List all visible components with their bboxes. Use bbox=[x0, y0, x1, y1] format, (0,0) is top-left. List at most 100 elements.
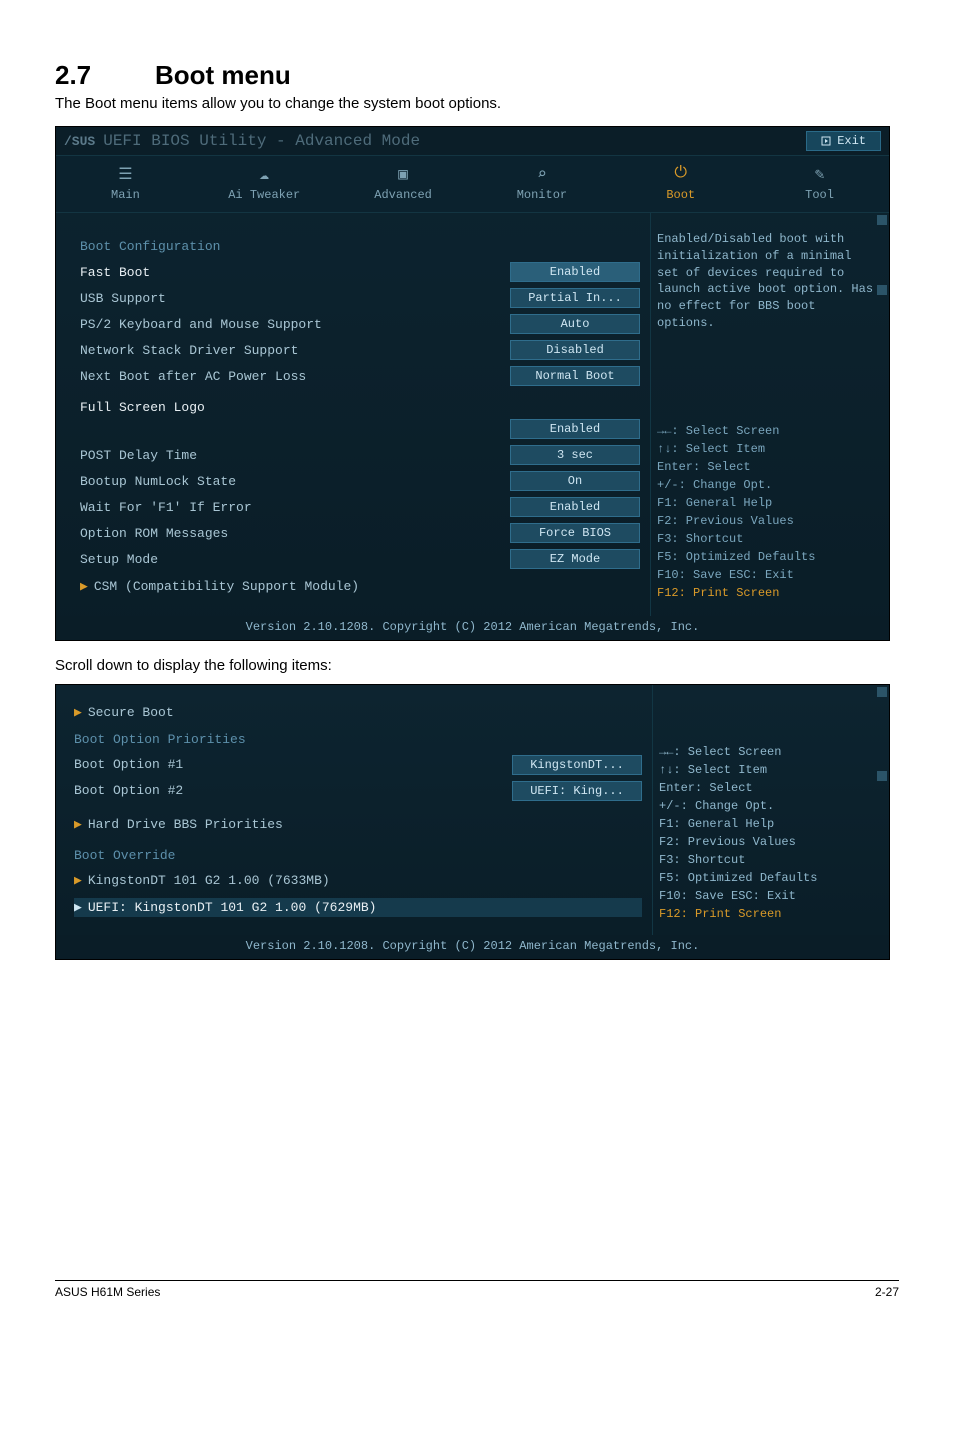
section-heading: 2.7Boot menu bbox=[55, 60, 899, 91]
row-wait-f1[interactable]: Wait For 'F1' If Error Enabled bbox=[80, 497, 640, 517]
label-boot-opt1: Boot Option #1 bbox=[74, 757, 512, 772]
keyhelp-line: F10: Save ESC: Exit bbox=[657, 566, 877, 584]
bios-screenshot-1: /SUS UEFI BIOS Utility - Advanced Mode E… bbox=[55, 126, 890, 641]
scrollbar-up[interactable] bbox=[877, 687, 887, 697]
submenu-arrow-icon: ▶ bbox=[74, 873, 82, 888]
bios-titlebar: /SUS UEFI BIOS Utility - Advanced Mode E… bbox=[56, 127, 889, 155]
label-setup-mode: Setup Mode bbox=[80, 552, 510, 567]
row-usb-support[interactable]: USB Support Partial In... bbox=[80, 288, 640, 308]
row-rom-msg[interactable]: Option ROM Messages Force BIOS bbox=[80, 523, 640, 543]
override2-label: UEFI: KingstonDT 101 G2 1.00 (7629MB) bbox=[88, 900, 377, 915]
keyhelp-line: F2: Previous Values bbox=[659, 833, 877, 851]
tab-monitor[interactable]: ⌕Monitor bbox=[472, 156, 611, 212]
submenu-csm[interactable]: ▶CSM (Compatibility Support Module) bbox=[80, 579, 640, 594]
value-boot-opt1[interactable]: KingstonDT... bbox=[512, 755, 642, 775]
keyhelp-line: F2: Previous Values bbox=[657, 512, 877, 530]
submenu-override2[interactable]: ▶ UEFI: KingstonDT 101 G2 1.00 (7629MB) bbox=[74, 898, 642, 917]
label-boot-opt2: Boot Option #2 bbox=[74, 783, 512, 798]
label-rom-msg: Option ROM Messages bbox=[80, 526, 510, 541]
tab-boot[interactable]: ⏻Boot bbox=[611, 156, 750, 212]
bios-title: UEFI BIOS Utility - Advanced Mode bbox=[103, 132, 806, 150]
tab-tool[interactable]: ✎Tool bbox=[750, 156, 889, 212]
submenu-secure-boot[interactable]: ▶Secure Boot bbox=[74, 705, 642, 720]
footer-left: ASUS H61M Series bbox=[55, 1285, 160, 1299]
tab-advanced[interactable]: ▣Advanced bbox=[334, 156, 473, 212]
row-next-boot[interactable]: Next Boot after AC Power Loss Normal Boo… bbox=[80, 366, 640, 386]
tab-main[interactable]: ☰Main bbox=[56, 156, 195, 212]
value-fast-boot[interactable]: Enabled bbox=[510, 262, 640, 282]
row-boot-opt1[interactable]: Boot Option #1 KingstonDT... bbox=[74, 755, 642, 775]
label-fast-boot: Fast Boot bbox=[80, 265, 510, 280]
row-numlock[interactable]: Bootup NumLock State On bbox=[80, 471, 640, 491]
value-net-stack[interactable]: Disabled bbox=[510, 340, 640, 360]
exit-icon bbox=[821, 136, 831, 146]
row-setup-mode[interactable]: Setup Mode EZ Mode bbox=[80, 549, 640, 569]
scrollbar[interactable] bbox=[877, 213, 887, 616]
keyhelp-line: F3: Shortcut bbox=[659, 851, 877, 869]
row-fast-boot[interactable]: Fast Boot Enabled bbox=[80, 262, 640, 282]
hdd-priorities-label: Hard Drive BBS Priorities bbox=[88, 817, 283, 832]
bios-tabbar: ☰Main ☁Ai Tweaker ▣Advanced ⌕Monitor ⏻Bo… bbox=[56, 155, 889, 213]
keyhelp-line: F3: Shortcut bbox=[657, 530, 877, 548]
keyhelp-line: →←: Select Screen bbox=[657, 422, 877, 440]
bios-logo: /SUS bbox=[64, 134, 95, 149]
keyhelp-line: ↑↓: Select Item bbox=[659, 761, 877, 779]
row-boot-opt2[interactable]: Boot Option #2 UEFI: King... bbox=[74, 781, 642, 801]
bios-footer: Version 2.10.1208. Copyright (C) 2012 Am… bbox=[56, 616, 889, 640]
bios-screenshot-2: ▶Secure Boot Boot Option Priorities Boot… bbox=[55, 684, 890, 960]
value-ps2-support[interactable]: Auto bbox=[510, 314, 640, 334]
label-ps2-support: PS/2 Keyboard and Mouse Support bbox=[80, 317, 510, 332]
monitor-icon: ⌕ bbox=[476, 164, 607, 184]
intertext: Scroll down to display the following ite… bbox=[55, 657, 899, 674]
row-full-logo[interactable]: Enabled bbox=[80, 419, 640, 439]
value-boot-opt2[interactable]: UEFI: King... bbox=[512, 781, 642, 801]
page-footer: ASUS H61M Series 2-27 bbox=[55, 1280, 899, 1299]
label-wait-f1: Wait For 'F1' If Error bbox=[80, 500, 510, 515]
tool-icon: ✎ bbox=[754, 164, 885, 184]
label-post-delay: POST Delay Time bbox=[80, 448, 510, 463]
value-full-logo[interactable]: Enabled bbox=[510, 419, 640, 439]
scrollbar-thumb[interactable] bbox=[877, 771, 887, 781]
submenu-arrow-icon: ▶ bbox=[74, 900, 82, 915]
value-numlock[interactable]: On bbox=[510, 471, 640, 491]
submenu-hdd-priorities[interactable]: ▶Hard Drive BBS Priorities bbox=[74, 817, 642, 832]
row-ps2-support[interactable]: PS/2 Keyboard and Mouse Support Auto bbox=[80, 314, 640, 334]
keyhelp-line: Enter: Select bbox=[657, 458, 877, 476]
power-icon: ⏻ bbox=[615, 164, 746, 184]
key-help: →←: Select Screen ↑↓: Select Item Enter:… bbox=[657, 422, 877, 602]
keyhelp-line: F5: Optimized Defaults bbox=[659, 869, 877, 887]
value-wait-f1[interactable]: Enabled bbox=[510, 497, 640, 517]
submenu-arrow-icon: ▶ bbox=[74, 705, 82, 720]
scrollbar-thumb[interactable] bbox=[877, 285, 887, 295]
keyhelp-line: Enter: Select bbox=[659, 779, 877, 797]
key-help-2: →←: Select Screen ↑↓: Select Item Enter:… bbox=[659, 743, 877, 923]
row-net-stack[interactable]: Network Stack Driver Support Disabled bbox=[80, 340, 640, 360]
row-post-delay[interactable]: POST Delay Time 3 sec bbox=[80, 445, 640, 465]
keyhelp-line: →←: Select Screen bbox=[659, 743, 877, 761]
label-usb-support: USB Support bbox=[80, 291, 510, 306]
label-next-boot: Next Boot after AC Power Loss bbox=[80, 369, 510, 384]
exit-button[interactable]: Exit bbox=[806, 131, 881, 151]
override1-label: KingstonDT 101 G2 1.00 (7633MB) bbox=[88, 873, 330, 888]
keyhelp-line: F5: Optimized Defaults bbox=[657, 548, 877, 566]
section-number: 2.7 bbox=[55, 60, 155, 91]
value-setup-mode[interactable]: EZ Mode bbox=[510, 549, 640, 569]
keyhelp-line: F12: Print Screen bbox=[657, 584, 877, 602]
bios2-left: ▶Secure Boot Boot Option Priorities Boot… bbox=[56, 685, 652, 935]
value-next-boot[interactable]: Normal Boot bbox=[510, 366, 640, 386]
value-rom-msg[interactable]: Force BIOS bbox=[510, 523, 640, 543]
tab-tweaker[interactable]: ☁Ai Tweaker bbox=[195, 156, 334, 212]
help-description: Enabled/Disabled boot with initializatio… bbox=[657, 231, 877, 332]
submenu-csm-label: CSM (Compatibility Support Module) bbox=[94, 579, 359, 594]
bios2-footer: Version 2.10.1208. Copyright (C) 2012 Am… bbox=[56, 935, 889, 959]
section-description: The Boot menu items allow you to change … bbox=[55, 95, 899, 112]
value-usb-support[interactable]: Partial In... bbox=[510, 288, 640, 308]
label-numlock: Bootup NumLock State bbox=[80, 474, 510, 489]
submenu-override1[interactable]: ▶ KingstonDT 101 G2 1.00 (7633MB) bbox=[74, 873, 642, 888]
keyhelp-line: +/-: Change Opt. bbox=[659, 797, 877, 815]
value-post-delay[interactable]: 3 sec bbox=[510, 445, 640, 465]
list-icon: ☰ bbox=[60, 164, 191, 184]
footer-right: 2-27 bbox=[875, 1285, 899, 1299]
keyhelp-line: +/-: Change Opt. bbox=[657, 476, 877, 494]
chip-icon: ▣ bbox=[338, 164, 469, 184]
